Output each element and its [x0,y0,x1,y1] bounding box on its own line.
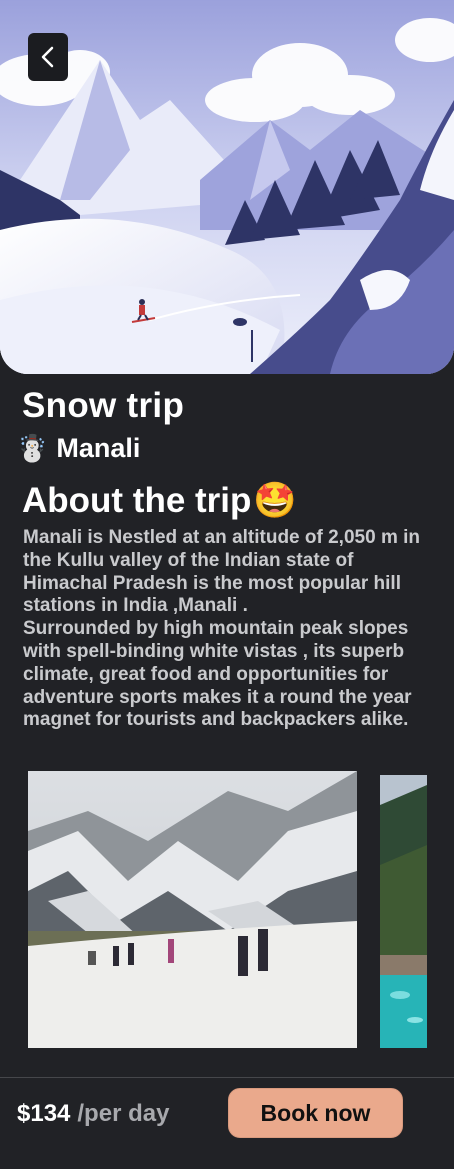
about-heading: About the trip 🤩 [22,480,297,521]
snowman-icon: ☃️ [16,433,49,463]
price-unit: /per day [77,1100,170,1127]
gallery-photo-snow-valley[interactable] [28,771,357,1048]
about-description[interactable]: Manali is Nestled at an altitude of 2,05… [23,527,435,737]
price: $134/per day [17,1100,169,1128]
star-struck-icon: 🤩 [253,481,297,520]
booking-footer: $134/per day Book now [0,1077,454,1169]
about-heading-text: About the trip [22,480,252,520]
price-amount: $134 [17,1100,71,1127]
gallery-photo-river[interactable] [380,775,427,1048]
snow-mountain-illustration [0,0,454,374]
photo-gallery[interactable] [0,771,454,1048]
back-button[interactable] [28,33,68,81]
trip-location: ☃️ Manali [16,433,140,464]
trip-title: Snow trip [22,386,185,425]
location-name: Manali [56,433,141,463]
hero-illustration [0,0,454,374]
book-now-button[interactable]: Book now [228,1088,403,1138]
chevron-left-icon [41,46,54,68]
